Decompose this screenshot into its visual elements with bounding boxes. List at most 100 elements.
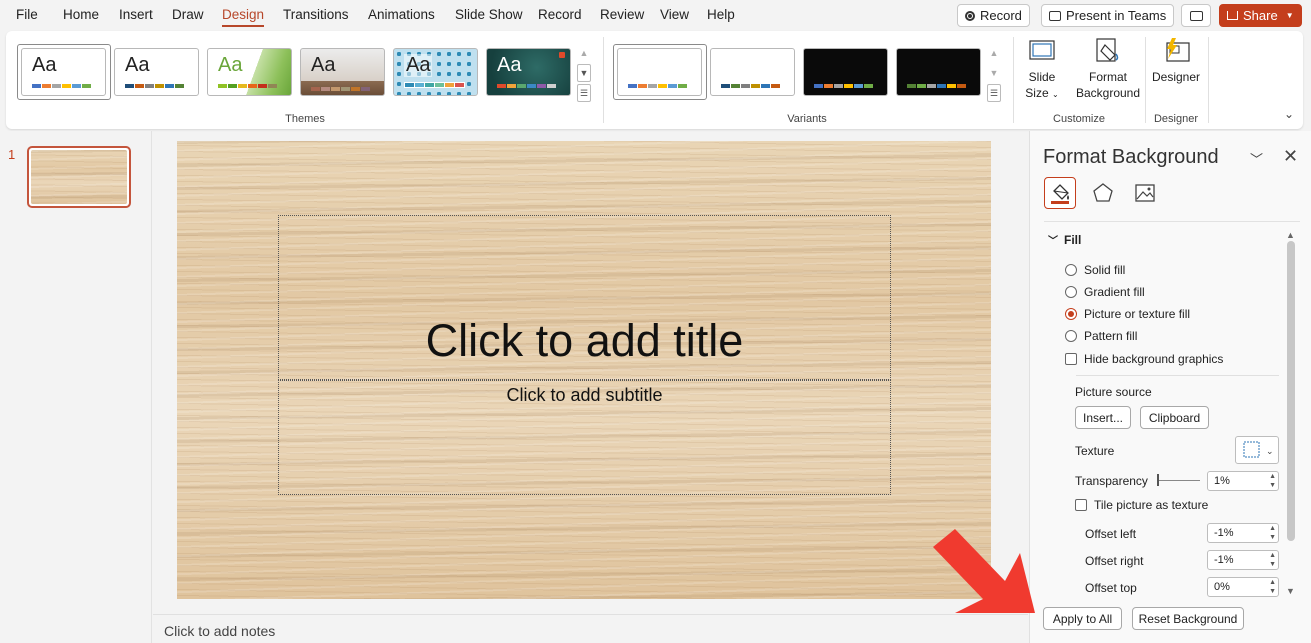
format-background-label-2: Background [1075, 86, 1141, 100]
slide-thumbnail[interactable] [27, 146, 131, 208]
designer-button[interactable]: Designer [1149, 37, 1203, 85]
theme-color-bars [125, 84, 184, 88]
apply-to-all-button[interactable]: Apply to All [1043, 607, 1122, 630]
slide-size-button[interactable]: Slide Size ⌄ [1022, 37, 1062, 103]
tile-picture-option[interactable]: Tile picture as texture [1075, 498, 1208, 512]
radio-button[interactable] [1065, 286, 1077, 298]
annotation-arrow-icon [933, 529, 1035, 613]
theme-wood[interactable]: Aa [300, 48, 385, 96]
comment-icon [1189, 10, 1203, 21]
theme-color-bars [497, 84, 556, 88]
tab-draw[interactable]: Draw [172, 7, 204, 22]
tab-view[interactable]: View [660, 7, 689, 22]
variant-4[interactable] [896, 48, 981, 96]
tab-transitions[interactable]: Transitions [283, 7, 349, 22]
offset-top-input[interactable]: 0% ▲ ▼ [1207, 577, 1279, 597]
present-button-label: Present in Teams [1066, 8, 1167, 23]
title-placeholder[interactable]: Click to add title [278, 215, 891, 380]
hide-background-graphics-option[interactable]: Hide background graphics [1065, 352, 1223, 366]
ribbon: Aa Aa Aa Aa Aa Aa ▲ ▼ ☰ Themes ▲ ▼ ☰ Var… [6, 31, 1303, 129]
chevron-down-icon: ⌄ [1051, 90, 1059, 99]
close-icon[interactable]: ✕ [1283, 146, 1298, 167]
present-in-teams-button[interactable]: Present in Teams [1041, 4, 1175, 27]
reset-background-button[interactable]: Reset Background [1132, 607, 1244, 630]
theme-office-theme-2[interactable]: Aa [114, 48, 199, 96]
pane-options-chevron-icon[interactable]: ﹀ [1250, 149, 1263, 168]
slide-canvas[interactable]: Click to add title Click to add subtitle [177, 141, 991, 599]
notes-placeholder: Click to add notes [164, 623, 276, 639]
theme-color-bars [404, 82, 465, 88]
theme-color-bars [218, 84, 277, 88]
comments-button[interactable] [1181, 4, 1211, 27]
tab-slide-show[interactable]: Slide Show [455, 7, 523, 22]
variant-2[interactable] [710, 48, 795, 96]
scroll-down-arrow[interactable]: ▼ [1286, 586, 1295, 596]
theme-color-bars [311, 87, 370, 91]
insert-picture-button[interactable]: Insert... [1075, 406, 1131, 429]
transparency-input[interactable]: 1% ▲ ▼ [1207, 471, 1279, 491]
tab-review[interactable]: Review [600, 7, 644, 22]
picture-fill-option[interactable]: Picture or texture fill [1065, 307, 1190, 321]
tab-file[interactable]: File [16, 7, 38, 22]
transparency-slider-thumb[interactable] [1157, 474, 1159, 486]
accent-dot [559, 52, 565, 58]
tab-design[interactable]: Design [222, 7, 265, 27]
tab-record[interactable]: Record [538, 7, 582, 22]
picture-icon [1135, 184, 1155, 202]
fill-section-header[interactable]: ﹀ Fill [1048, 232, 1081, 247]
variant-color-bars [814, 84, 873, 88]
scroll-up-arrow[interactable]: ▲ [1286, 230, 1295, 240]
themes-scroll-down[interactable]: ▼ [577, 64, 591, 82]
record-button[interactable]: Record [957, 4, 1030, 27]
tab-home[interactable]: Home [63, 7, 99, 22]
texture-picker[interactable]: ⌄ [1235, 436, 1279, 464]
collapse-ribbon-icon[interactable]: ⌄ [1284, 107, 1294, 121]
pattern-fill-option[interactable]: Pattern fill [1065, 329, 1137, 343]
texture-icon: ⌄ [1243, 441, 1274, 458]
subtitle-placeholder[interactable]: Click to add subtitle [278, 380, 891, 495]
theme-facet[interactable]: Aa [207, 48, 292, 96]
variant-1[interactable] [617, 48, 702, 96]
tab-animations[interactable]: Animations [368, 7, 435, 22]
offset-left-label: Offset left [1085, 527, 1137, 541]
variants-scroll-down[interactable]: ▼ [987, 64, 1001, 82]
chevron-down-icon: ﹀ [1048, 236, 1058, 247]
themes-more[interactable]: ☰ [577, 84, 591, 102]
solid-fill-option[interactable]: Solid fill [1065, 263, 1125, 277]
option-label: Hide background graphics [1084, 352, 1224, 366]
pane-scrollbar[interactable] [1287, 241, 1295, 541]
format-background-button[interactable]: Format Background [1073, 37, 1143, 101]
customize-group-label: Customize [1053, 113, 1105, 125]
offset-right-input[interactable]: -1% ▲ ▼ [1207, 550, 1279, 570]
variant-3[interactable] [803, 48, 888, 96]
variants-group-label: Variants [787, 113, 827, 125]
radio-button-selected[interactable] [1065, 308, 1077, 320]
share-button[interactable]: Share ▼ [1219, 4, 1302, 27]
themes-scroll-up[interactable]: ▲ [577, 44, 591, 62]
offset-left-input[interactable]: -1% ▲ ▼ [1207, 523, 1279, 543]
variants-more[interactable]: ☰ [987, 84, 1001, 102]
theme-pattern[interactable]: Aa [393, 48, 478, 96]
effects-tab[interactable] [1087, 177, 1119, 209]
picture-tab[interactable] [1129, 177, 1161, 209]
tab-insert[interactable]: Insert [119, 7, 153, 22]
variants-scroll-up[interactable]: ▲ [987, 44, 1001, 62]
checkbox[interactable] [1075, 499, 1087, 511]
slide-thumbnail-image [31, 150, 127, 204]
designer-icon [1161, 37, 1191, 65]
fill-tab[interactable] [1044, 177, 1076, 209]
tab-help[interactable]: Help [707, 7, 735, 22]
option-label: Solid fill [1084, 263, 1126, 277]
theme-sample-text: Aa [311, 54, 336, 76]
theme-ion[interactable]: Aa [486, 48, 571, 96]
transparency-slider[interactable] [1158, 480, 1200, 481]
checkbox[interactable] [1065, 353, 1077, 365]
radio-button[interactable] [1065, 330, 1077, 342]
ribbon-divider [603, 37, 604, 123]
theme-office[interactable]: Aa [21, 48, 106, 96]
radio-button[interactable] [1065, 264, 1077, 276]
texture-label: Texture [1075, 444, 1115, 458]
gradient-fill-option[interactable]: Gradient fill [1065, 285, 1145, 299]
notes-area[interactable]: Click to add notes [153, 614, 1028, 643]
clipboard-button[interactable]: Clipboard [1140, 406, 1209, 429]
